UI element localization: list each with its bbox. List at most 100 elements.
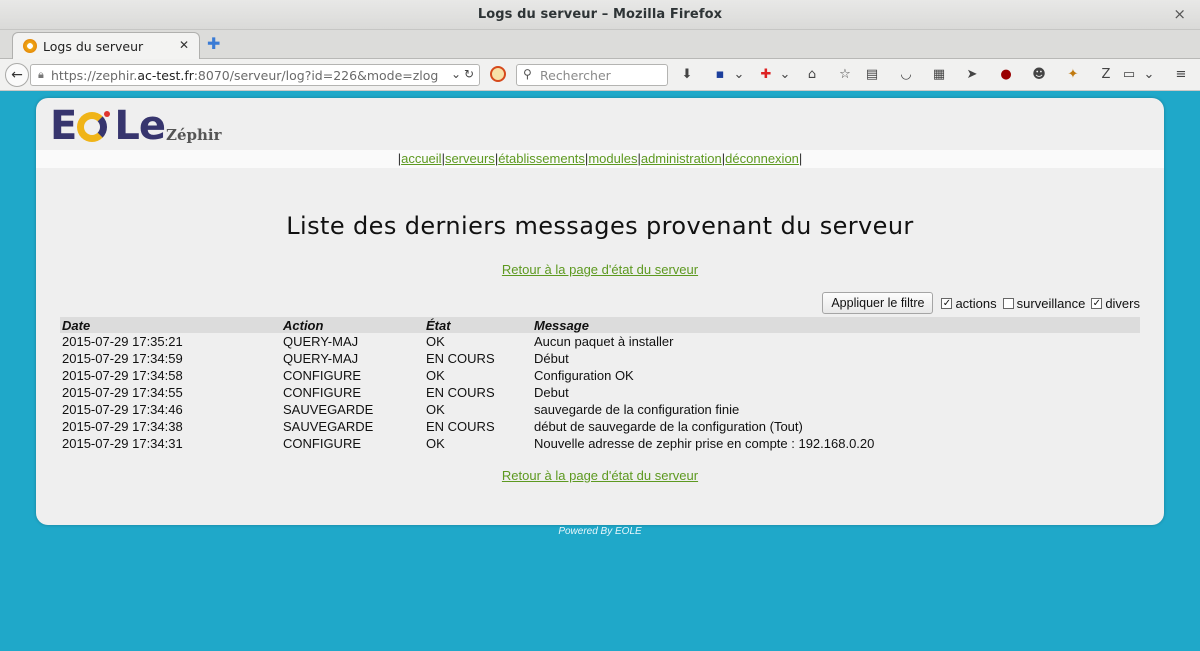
noscript-icon[interactable]: [490, 66, 506, 82]
zotero-icon[interactable]: Z: [1097, 66, 1115, 84]
header-action: Action: [281, 317, 424, 333]
cell-date: 2015-07-29 17:34:38: [62, 419, 183, 434]
cell-etat: EN COURS: [426, 385, 495, 400]
bookmark-star-icon[interactable]: ☆: [836, 66, 854, 84]
content-panel: E Le Zéphir |accueil|serveurs|établisseme…: [36, 98, 1164, 525]
page-title: Liste des derniers messages provenant du…: [286, 212, 914, 240]
new-tab-icon[interactable]: ✚: [207, 34, 220, 53]
table-header-row: Date Action État Message: [60, 317, 1140, 333]
cell-etat: OK: [426, 402, 445, 417]
back-link-bottom-container: Retour à la page d'état du serveur: [36, 468, 1164, 483]
cell-message: sauvegarde de la configuration finie: [534, 402, 740, 417]
url-dropdown-icon[interactable]: ⌄: [451, 67, 461, 81]
download-icon[interactable]: ⬇: [678, 66, 696, 84]
filter-bar: Appliquer le filtre ✓ actions surveillan…: [822, 292, 1140, 314]
url-text: https://zephir.ac-test.fr:8070/serveur/l…: [51, 68, 439, 83]
cell-message: Debut: [534, 385, 569, 400]
send-icon[interactable]: ➤: [963, 66, 981, 84]
cell-action: QUERY-MAJ: [283, 334, 359, 349]
log-table: Date Action État Message 2015-07-29 17:3…: [60, 317, 1140, 452]
tab-close-icon[interactable]: ✕: [179, 38, 189, 52]
filter-actions-label: actions: [955, 295, 997, 311]
menu-item-deconnexion[interactable]: déconnexion: [725, 151, 799, 166]
table-row: 2015-07-29 17:34:31 CONFIGURE OK Nouvell…: [60, 435, 1140, 452]
filter-surveillance-label: surveillance: [1016, 295, 1086, 311]
header-date: Date: [60, 317, 281, 333]
top-menu: |accueil|serveurs|établissements|modules…: [36, 150, 1164, 168]
cell-etat: OK: [426, 436, 445, 451]
cell-message: Aucun paquet à installer: [534, 334, 674, 349]
cell-action: SAUVEGARDE: [283, 419, 374, 434]
favicon-icon: [23, 39, 37, 53]
cell-action: SAUVEGARDE: [283, 402, 374, 417]
menu-item-accueil[interactable]: accueil: [401, 151, 441, 166]
cell-message: Début: [534, 351, 569, 366]
tab-strip: Logs du serveur ✕: [0, 30, 1200, 60]
reading-list-icon[interactable]: ▤: [863, 66, 881, 84]
back-to-server-status-link[interactable]: Retour à la page d'état du serveur: [502, 262, 698, 277]
table-row: 2015-07-29 17:34:58 CONFIGURE OK Configu…: [60, 367, 1140, 384]
search-icon: ⚲: [523, 67, 532, 81]
window-close-icon[interactable]: ×: [1173, 5, 1186, 23]
menu-icon[interactable]: ≡: [1172, 66, 1190, 84]
reload-icon[interactable]: ↻: [464, 67, 474, 81]
home-icon[interactable]: ⌂: [803, 66, 821, 84]
table-row: 2015-07-29 17:34:55 CONFIGURE EN COURS D…: [60, 384, 1140, 401]
filter-surveillance-checkbox[interactable]: [1002, 297, 1014, 309]
search-placeholder: Rechercher: [540, 68, 611, 83]
filter-divers-checkbox[interactable]: ✓: [1091, 297, 1103, 309]
pocket-icon[interactable]: ◡: [897, 66, 915, 84]
apply-filter-button[interactable]: Appliquer le filtre: [822, 292, 934, 314]
menu-item-etablissements[interactable]: établissements: [498, 151, 585, 166]
table-row: 2015-07-29 17:34:46 SAUVEGARDE OK sauveg…: [60, 401, 1140, 418]
grid-icon[interactable]: ▦: [930, 66, 948, 84]
ublock-icon[interactable]: ●: [997, 66, 1015, 84]
brand-subtitle: Zéphir: [166, 126, 222, 144]
back-arrow-icon[interactable]: ←: [5, 63, 29, 87]
cell-message: début de sauvegarde de la configuration …: [534, 419, 803, 434]
save-icon[interactable]: ▪: [711, 66, 729, 84]
first-aid-dropdown-icon[interactable]: ⌄: [776, 66, 794, 84]
tab-logs-du-serveur[interactable]: Logs du serveur ✕: [12, 32, 200, 60]
cell-date: 2015-07-29 17:35:21: [62, 334, 183, 349]
search-input[interactable]: ⚲ Rechercher: [516, 64, 668, 86]
back-to-server-status-link-bottom[interactable]: Retour à la page d'état du serveur: [502, 468, 698, 483]
header-etat: État: [424, 317, 532, 333]
cell-date: 2015-07-29 17:34:31: [62, 436, 183, 451]
menu-item-modules[interactable]: modules: [588, 151, 637, 166]
window-titlebar: Logs du serveur – Mozilla Firefox ×: [0, 0, 1200, 30]
cell-date: 2015-07-29 17:34:58: [62, 368, 183, 383]
cell-action: CONFIGURE: [283, 368, 361, 383]
cell-etat: OK: [426, 334, 445, 349]
cell-action: CONFIGURE: [283, 385, 361, 400]
page-icon[interactable]: ▭: [1120, 66, 1138, 84]
navigation-toolbar: ← 🔒︎ https://zephir.ac-test.fr:8070/serv…: [0, 59, 1200, 91]
cell-etat: EN COURS: [426, 419, 495, 434]
first-aid-icon[interactable]: ✚: [757, 66, 775, 84]
cell-etat: EN COURS: [426, 351, 495, 366]
puzzle-icon[interactable]: ✦: [1064, 66, 1082, 84]
cell-date: 2015-07-29 17:34:59: [62, 351, 183, 366]
table-row: 2015-07-29 17:35:21 QUERY-MAJ OK Aucun p…: [60, 333, 1140, 350]
cell-message: Configuration OK: [534, 368, 634, 383]
page-dropdown-icon[interactable]: ⌄: [1140, 66, 1158, 84]
cell-date: 2015-07-29 17:34:46: [62, 402, 183, 417]
cell-action: CONFIGURE: [283, 436, 361, 451]
menu-item-serveurs[interactable]: serveurs: [445, 151, 495, 166]
menu-item-administration[interactable]: administration: [641, 151, 722, 166]
eole-logo: E Le: [50, 103, 166, 149]
cell-message: Nouvelle adresse de zephir prise en comp…: [534, 436, 875, 451]
chat-icon[interactable]: ☻: [1030, 66, 1048, 84]
table-row: 2015-07-29 17:34:59 QUERY-MAJ EN COURS D…: [60, 350, 1140, 367]
lock-icon: 🔒︎: [38, 68, 44, 81]
url-bar[interactable]: 🔒︎ https://zephir.ac-test.fr:8070/serveu…: [30, 64, 480, 86]
table-row: 2015-07-29 17:34:38 SAUVEGARDE EN COURS …: [60, 418, 1140, 435]
filter-divers-label: divers: [1105, 295, 1140, 311]
window-title: Logs du serveur – Mozilla Firefox: [477, 7, 723, 22]
cell-date: 2015-07-29 17:34:55: [62, 385, 183, 400]
powered-by-footer: Powered By EOLE: [558, 526, 642, 537]
save-dropdown-icon[interactable]: ⌄: [730, 66, 748, 84]
back-link-top-container: Retour à la page d'état du serveur: [36, 262, 1164, 277]
header-message: Message: [532, 317, 1140, 333]
filter-actions-checkbox[interactable]: ✓: [941, 297, 953, 309]
